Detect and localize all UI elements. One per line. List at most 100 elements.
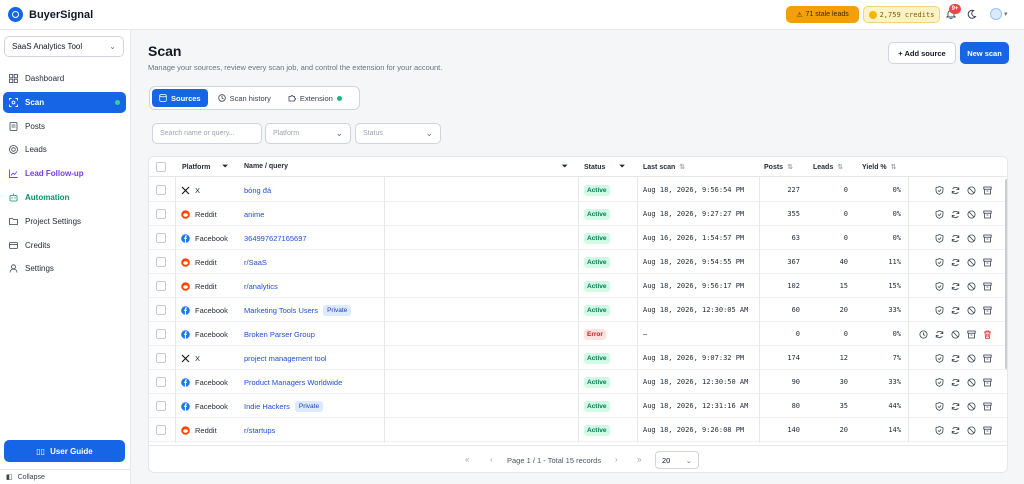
shield-check-icon[interactable] (935, 305, 944, 315)
shield-check-icon[interactable] (935, 185, 944, 195)
row-checkbox[interactable] (156, 401, 166, 411)
sidebar-item-scan[interactable]: Scan (3, 91, 126, 113)
first-page-icon[interactable]: « (465, 455, 469, 464)
tab-extension[interactable]: Extension (281, 89, 349, 107)
new-scan-button[interactable]: New scan (960, 42, 1009, 64)
sidebar-item-settings[interactable]: Settings (3, 258, 126, 279)
source-name-link[interactable]: anime (244, 210, 264, 219)
archive-icon[interactable] (983, 402, 992, 411)
source-name-link[interactable]: Indie Hackers (244, 402, 290, 411)
archive-icon[interactable] (983, 354, 992, 363)
row-checkbox[interactable] (156, 233, 166, 243)
shield-check-icon[interactable] (935, 209, 944, 219)
collapse-button[interactable]: ◧ Collapse (0, 469, 131, 484)
archive-icon[interactable] (983, 234, 992, 243)
table-row[interactable]: Facebook Product Managers Worldwide Active… (149, 370, 1007, 394)
refresh-icon[interactable] (951, 210, 960, 219)
table-row[interactable]: Reddit r/SaaS Active Aug 18, 2026, 9:54:55 … (149, 250, 1007, 274)
sidebar-item-credits[interactable]: Credits (3, 235, 126, 256)
table-row[interactable]: Reddit r/startups Active Aug 18, 2026, 9:26… (149, 418, 1007, 442)
refresh-icon[interactable] (935, 330, 944, 339)
header-yield[interactable]: Yield % ⇅ (862, 163, 897, 172)
shield-check-icon[interactable] (935, 257, 944, 267)
app-logo[interactable]: BuyerSignal (8, 7, 93, 22)
next-page-icon[interactable]: › (615, 455, 618, 464)
row-checkbox[interactable] (156, 305, 166, 315)
sort-icon[interactable]: ⇅ (679, 163, 685, 171)
shield-check-icon[interactable] (935, 425, 944, 435)
archive-icon[interactable] (967, 330, 976, 339)
refresh-icon[interactable] (951, 378, 960, 387)
disable-icon[interactable] (967, 354, 976, 363)
tab-sources[interactable]: Sources (152, 89, 208, 107)
delete-icon[interactable] (983, 330, 992, 339)
row-checkbox[interactable] (156, 281, 166, 291)
refresh-icon[interactable] (951, 258, 960, 267)
header-status[interactable]: Status ⏷ (584, 163, 625, 171)
disable-icon[interactable] (967, 402, 976, 411)
table-scrollbar[interactable] (1005, 179, 1007, 369)
disable-icon[interactable] (967, 186, 976, 195)
clock-icon[interactable] (919, 330, 928, 339)
archive-icon[interactable] (983, 306, 992, 315)
tab-scan-history[interactable]: Scan history (211, 89, 278, 107)
table-row[interactable]: Reddit r/analytics Active Aug 18, 2026, 9:5… (149, 274, 1007, 298)
archive-icon[interactable] (983, 186, 992, 195)
table-row[interactable]: Reddit anime Active Aug 18, 2026, 9:27:27 P… (149, 202, 1007, 226)
row-checkbox[interactable] (156, 257, 166, 267)
prev-page-icon[interactable]: ‹ (490, 455, 493, 464)
shield-check-icon[interactable] (935, 401, 944, 411)
header-name[interactable]: Name / query (244, 163, 288, 170)
select-all-checkbox[interactable] (156, 162, 166, 172)
refresh-icon[interactable] (951, 282, 960, 291)
sidebar-item-project-settings[interactable]: Project Settings (3, 211, 126, 232)
table-row[interactable]: Facebook 364997627165697 Active Aug 16, 202… (149, 226, 1007, 250)
refresh-icon[interactable] (951, 354, 960, 363)
sidebar-item-automation[interactable]: Automation (3, 187, 126, 208)
source-name-link[interactable]: 364997627165697 (244, 234, 307, 243)
archive-icon[interactable] (983, 426, 992, 435)
disable-icon[interactable] (967, 234, 976, 243)
row-checkbox[interactable] (156, 377, 166, 387)
table-row[interactable]: Facebook Broken Parser Group Error — 0 0 0% (149, 322, 1007, 346)
header-leads[interactable]: Leads ⇅ (813, 163, 843, 172)
source-name-link[interactable]: r/startups (244, 426, 275, 435)
platform-select[interactable]: Platform ⌄ (265, 123, 351, 144)
stale-leads-badge[interactable]: ⚠ 71 stale leads (786, 6, 859, 23)
disable-icon[interactable] (951, 330, 960, 339)
filter-icon[interactable]: ⏷ (562, 163, 568, 171)
row-checkbox[interactable] (156, 329, 166, 339)
filter-icon[interactable]: ⏷ (222, 163, 228, 171)
disable-icon[interactable] (967, 258, 976, 267)
shield-check-icon[interactable] (935, 233, 944, 243)
row-checkbox[interactable] (156, 185, 166, 195)
archive-icon[interactable] (983, 378, 992, 387)
avatar[interactable] (990, 8, 1002, 20)
source-name-link[interactable]: Product Managers Worldwide (244, 378, 342, 387)
disable-icon[interactable] (967, 306, 976, 315)
sidebar-item-leads[interactable]: Leads (3, 139, 126, 160)
sidebar-item-lead-follow-up[interactable]: Lead Follow-up (3, 163, 126, 184)
row-checkbox[interactable] (156, 425, 166, 435)
sidebar-item-dashboard[interactable]: Dashboard (3, 68, 126, 89)
sidebar-item-posts[interactable]: Posts (3, 116, 126, 137)
filter-icon[interactable]: ⏷ (619, 163, 625, 171)
source-name-link[interactable]: Marketing Tools Users (244, 306, 318, 315)
shield-check-icon[interactable] (935, 353, 944, 363)
last-page-icon[interactable]: » (637, 455, 641, 464)
table-row[interactable]: Facebook Marketing Tools Users Private Acti… (149, 298, 1007, 322)
table-row[interactable]: Xproject management tool Active Aug 18, 20… (149, 346, 1007, 370)
disable-icon[interactable] (967, 210, 976, 219)
archive-icon[interactable] (983, 282, 992, 291)
refresh-icon[interactable] (951, 186, 960, 195)
refresh-icon[interactable] (951, 402, 960, 411)
row-checkbox[interactable] (156, 209, 166, 219)
source-name-link[interactable]: r/analytics (244, 282, 278, 291)
user-guide-button[interactable]: ▯▯ User Guide (4, 440, 125, 462)
chevron-down-icon[interactable]: ▾ (1004, 10, 1008, 18)
table-row[interactable]: Xbóng đá Active Aug 18, 2026, 9:56:54 PM 22… (149, 178, 1007, 202)
header-last-scan[interactable]: Last scan ⇅ (643, 163, 685, 172)
refresh-icon[interactable] (951, 234, 960, 243)
project-select[interactable]: SaaS Analytics Tool ⌄ (4, 36, 124, 57)
source-name-link[interactable]: r/SaaS (244, 258, 267, 267)
